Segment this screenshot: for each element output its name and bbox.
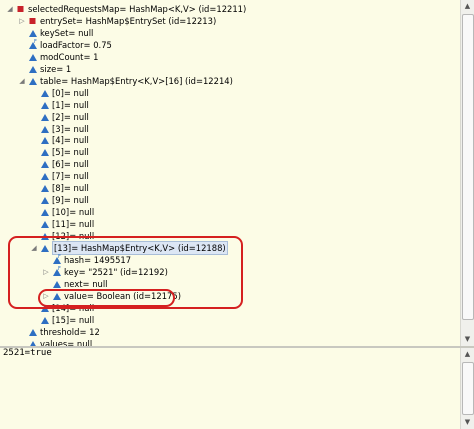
- blue-triangle-icon: [40, 99, 50, 111]
- expand-twisty-icon[interactable]: ◢: [18, 75, 26, 87]
- scrollbar-thumb[interactable]: [462, 14, 474, 320]
- detail-value-text: 2521=true: [3, 348, 52, 358]
- tree-row[interactable]: ▷ entrySet= HashMap$EntrySet (id=12213): [18, 15, 458, 27]
- variable-label: [11]= null: [52, 219, 95, 230]
- variable-label: [3]= null: [52, 123, 89, 134]
- collapse-twisty-icon[interactable]: ▷: [18, 15, 26, 27]
- tree-row[interactable]: modCount= 1: [18, 51, 458, 63]
- blue-triangle-final-icon: F: [28, 39, 38, 51]
- blue-triangle-icon: [40, 218, 50, 230]
- variable-label: [10]= null: [52, 207, 95, 218]
- blue-triangle-icon: [28, 27, 38, 39]
- blue-triangle-icon: [40, 170, 50, 182]
- blue-triangle-icon: [40, 146, 50, 158]
- tree-row[interactable]: [9]= null: [30, 194, 460, 206]
- variable-label: [5]= null: [52, 147, 89, 158]
- detail-vertical-scrollbar[interactable]: ▲ ▼: [460, 348, 474, 429]
- tree-row[interactable]: [3]= null: [30, 123, 460, 135]
- blue-triangle-icon: [28, 75, 38, 87]
- blue-triangle-icon: [28, 326, 38, 338]
- tree-row[interactable]: keySet= null: [18, 27, 458, 39]
- blue-triangle-icon: [40, 314, 50, 326]
- detail-scrollbar-thumb[interactable]: [462, 362, 474, 415]
- variable-label: [8]= null: [52, 183, 89, 194]
- tree-row[interactable]: [5]= null: [30, 146, 460, 158]
- tree-row[interactable]: ◢ table= HashMap$Entry<K,V>[16] (id=12214…: [18, 75, 458, 87]
- tree-row[interactable]: [11]= null: [30, 218, 460, 230]
- variable-label: [7]= null: [52, 171, 89, 182]
- tree-row[interactable]: ◢ selectedRequestsMap= HashMap<K,V> (id=1…: [6, 3, 446, 15]
- tree-row[interactable]: threshold= 12: [18, 326, 458, 338]
- detail-scroll-up-arrow-icon[interactable]: ▲: [461, 348, 474, 360]
- tree-row[interactable]: [7]= null: [30, 170, 460, 182]
- variable-label: table= HashMap$Entry<K,V>[16] (id=12214): [40, 75, 233, 86]
- variable-label: modCount= 1: [40, 51, 99, 62]
- tree-row[interactable]: values= null: [18, 338, 458, 346]
- svg-text:F: F: [34, 39, 37, 45]
- expand-twisty-icon[interactable]: ◢: [6, 3, 14, 15]
- variable-label: entrySet= HashMap$EntrySet (id=12213): [40, 15, 217, 26]
- tree-row[interactable]: FloadFactor= 0.75: [18, 39, 458, 51]
- variable-label: selectedRequestsMap= HashMap<K,V> (id=12…: [28, 4, 247, 14]
- tree-row[interactable]: [2]= null: [30, 111, 460, 123]
- tree-row[interactable]: [0]= null: [30, 87, 460, 99]
- variable-label: [6]= null: [52, 159, 89, 170]
- blue-triangle-icon: [28, 51, 38, 63]
- detail-scroll-down-arrow-icon[interactable]: ▼: [461, 416, 474, 428]
- blue-triangle-icon: [40, 111, 50, 123]
- variable-label: threshold= 12: [40, 326, 100, 337]
- variable-label: [9]= null: [52, 195, 89, 206]
- variable-label: [1]= null: [52, 99, 89, 110]
- variable-label: values= null: [40, 338, 93, 346]
- variable-label: [0]= null: [52, 87, 89, 98]
- variable-label: loadFactor= 0.75: [40, 39, 112, 50]
- blue-triangle-icon: [40, 158, 50, 170]
- variable-label: keySet= null: [40, 27, 94, 38]
- variable-label: [2]= null: [52, 111, 89, 122]
- blue-triangle-icon: [40, 182, 50, 194]
- variable-label: [4]= null: [52, 135, 89, 146]
- blue-triangle-icon: [40, 134, 50, 146]
- variable-label: size= 1: [40, 63, 72, 74]
- red-square-icon: [28, 15, 38, 27]
- tree-row[interactable]: [10]= null: [30, 206, 460, 218]
- tree-row[interactable]: [1]= null: [30, 99, 460, 111]
- blue-triangle-icon: [40, 206, 50, 218]
- tree-row[interactable]: [15]= null: [30, 314, 460, 326]
- blue-triangle-icon: [40, 87, 50, 99]
- tree-row[interactable]: [4]= null: [30, 134, 460, 146]
- red-square-icon: [16, 3, 26, 15]
- blue-triangle-icon: [28, 63, 38, 75]
- scroll-down-arrow-icon[interactable]: ▼: [461, 333, 474, 345]
- tree-vertical-scrollbar[interactable]: ▲ ▼: [460, 0, 474, 346]
- highlight-value-row: [38, 289, 175, 307]
- blue-triangle-icon: [40, 123, 50, 135]
- blue-triangle-icon: [28, 338, 38, 346]
- blue-triangle-icon: [40, 194, 50, 206]
- detail-pane[interactable]: 2521=true: [0, 348, 460, 429]
- variable-label: [15]= null: [52, 314, 95, 325]
- tree-row[interactable]: [8]= null: [30, 182, 460, 194]
- scroll-up-arrow-icon[interactable]: ▲: [461, 0, 474, 12]
- tree-row[interactable]: [6]= null: [30, 158, 460, 170]
- tree-row[interactable]: size= 1: [18, 63, 458, 75]
